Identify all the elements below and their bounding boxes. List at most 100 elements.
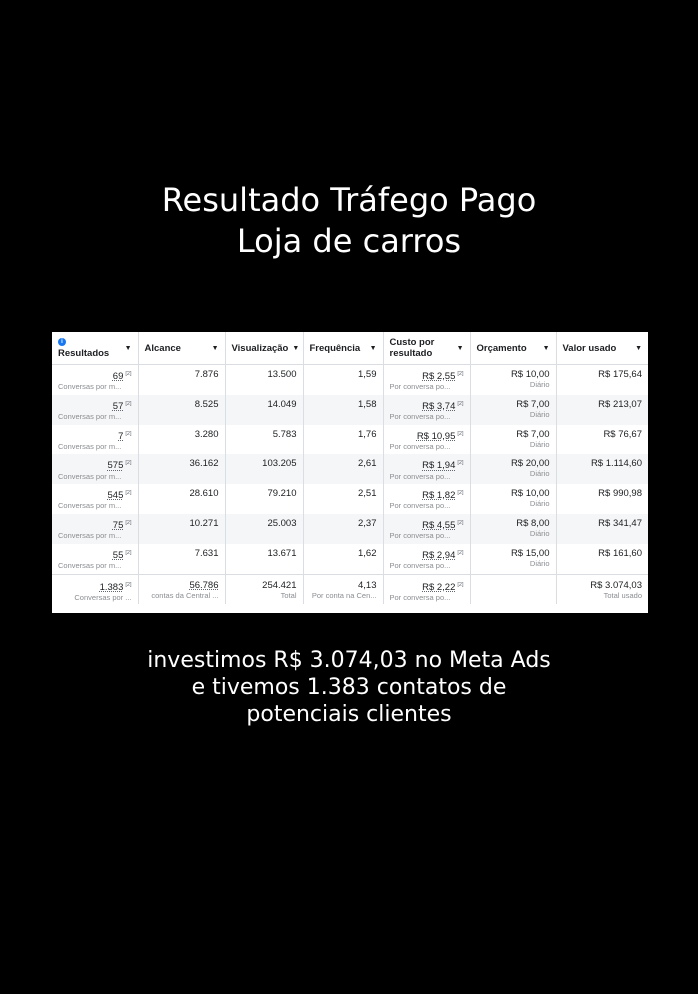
custo-cell-value[interactable]: R$ 3,74	[422, 401, 455, 412]
visualizacao-cell-value: 5.783	[272, 428, 297, 440]
orcamento-cell-sub: Diário	[529, 558, 550, 568]
valor-usado-cell: R$ 341,47	[556, 513, 648, 544]
total-custo-cell: R$ 2,22 [2] Por conversa po...	[383, 573, 471, 605]
orcamento-cell-value: R$ 15,00	[510, 547, 550, 559]
resultados-cell-sub: Conversas por m...	[58, 411, 122, 421]
caret-down-icon[interactable]: ▼	[635, 345, 642, 352]
footnote-mark: [2]	[125, 460, 132, 467]
info-icon[interactable]: i	[58, 338, 66, 347]
valor-usado-cell-value: R$ 1.114,60	[590, 458, 642, 470]
visualizacao-cell-value: 25.003	[267, 517, 297, 529]
caret-down-icon[interactable]: ▼	[292, 345, 299, 352]
alcance-cell: 28.610	[138, 484, 226, 514]
table-row[interactable]: 7 [2] Conversas por m... 3.280 5.783 1,76 R$ 1…	[52, 424, 648, 455]
resultados-cell-sub: Conversas por m...	[58, 382, 122, 392]
table-row[interactable]: 75 [2] Conversas por m... 10.271 25.003 2,37 R…	[52, 513, 648, 544]
caret-down-icon[interactable]: ▼	[543, 345, 550, 352]
visualizacao-cell: 14.049	[225, 394, 304, 425]
table-row[interactable]: 57 [2] Conversas por m... 8.525 14.049 1,58 R$…	[52, 394, 648, 425]
column-header-custo-por-resultado[interactable]: Custo por resultado ▼	[383, 332, 471, 365]
column-header-visualizacao[interactable]: Visualização ▼	[225, 332, 304, 365]
table-row[interactable]: 575 [2] Conversas por m... 36.162 103.205 2,6…	[52, 454, 648, 485]
table-row[interactable]: 55 [2] Conversas por m... 7.631 13.671 1,62 R$…	[52, 543, 648, 575]
orcamento-cell: R$ 20,00 Diário	[470, 454, 557, 485]
custo-cell-value[interactable]: R$ 2,55	[422, 371, 455, 382]
orcamento-cell: R$ 8,00 Diário	[470, 513, 557, 544]
total-valor-usado-cell-value: R$ 3.074,03	[590, 579, 642, 591]
resultados-cell-sub: Conversas por m...	[58, 560, 122, 570]
valor-usado-cell: R$ 1.114,60	[556, 454, 648, 485]
frequencia-cell-value: 2,51	[358, 488, 377, 500]
valor-usado-cell-value: R$ 161,60	[598, 547, 642, 559]
table-row[interactable]: 69 [2] Conversas por m... 7.876 13.500 1,59 R$…	[52, 364, 648, 395]
caret-down-icon[interactable]: ▼	[125, 345, 132, 352]
resultados-cell: 7 [2] Conversas por m...	[52, 424, 139, 455]
custo-cell-value[interactable]: R$ 2,94	[422, 550, 455, 561]
custo-cell-value[interactable]: R$ 1,82	[422, 490, 455, 501]
frequencia-cell: 2,51	[303, 484, 384, 514]
orcamento-cell: R$ 7,00 Diário	[470, 394, 557, 425]
resultados-cell-value[interactable]: 7	[118, 431, 123, 442]
table-row[interactable]: 545 [2] Conversas por m... 28.610 79.210 2,51…	[52, 484, 648, 514]
custo-cell-value[interactable]: R$ 1,94	[422, 461, 455, 472]
custo-cell-sub: Por conversa po...	[389, 531, 451, 541]
frequencia-cell: 1,59	[303, 364, 384, 395]
custo-cell: R$ 1,82 [2] Por conversa po...	[383, 484, 471, 514]
orcamento-cell-value: R$ 8,00	[516, 517, 550, 529]
footnote-mark: [2]	[125, 581, 132, 588]
frequencia-cell-value: 1,62	[358, 547, 377, 559]
frequencia-cell: 1,76	[303, 424, 384, 455]
caret-down-icon[interactable]: ▼	[212, 345, 219, 352]
total-visualizacao-cell: 254.421 Total	[225, 573, 304, 605]
footnote-mark: [2]	[125, 400, 132, 407]
footnote-mark: [2]	[125, 490, 132, 497]
alcance-cell-value: 10.271	[189, 517, 219, 529]
resultados-cell-value[interactable]: 69	[113, 371, 124, 382]
orcamento-cell: R$ 10,00 Diário	[470, 364, 557, 395]
visualizacao-cell: 13.500	[225, 364, 304, 395]
total-resultados-cell-value[interactable]: 1.383	[100, 582, 124, 593]
orcamento-cell-sub: Diário	[529, 469, 550, 479]
total-custo-cell-sub: Por conversa po...	[389, 592, 451, 602]
custo-cell-sub: Por conversa po...	[389, 560, 451, 570]
custo-cell-value[interactable]: R$ 10,95	[417, 431, 456, 442]
alcance-cell: 3.280	[138, 424, 226, 455]
frequencia-cell-value: 1,58	[358, 398, 377, 410]
total-resultados-cell: 1.383 [2] Conversas por ...	[52, 573, 139, 605]
footnote-mark: [2]	[125, 549, 132, 556]
caret-down-icon[interactable]: ▼	[370, 345, 377, 352]
total-frequencia-cell-value: 4,13	[358, 579, 377, 591]
footnote-mark: [2]	[457, 460, 464, 467]
column-header-resultados[interactable]: iResultados ▼	[52, 332, 139, 365]
column-header-valor-usado[interactable]: Valor usado ▼	[556, 332, 648, 365]
column-header-frequencia[interactable]: Frequência ▼	[303, 332, 384, 365]
custo-cell-sub: Por conversa po...	[389, 471, 451, 481]
caption-line-1: investimos R$ 3.074,03 no Meta Ads	[147, 648, 551, 673]
custo-cell-sub: Por conversa po...	[389, 501, 451, 511]
footnote-mark: [2]	[457, 549, 464, 556]
alcance-cell: 8.525	[138, 394, 226, 425]
resultados-cell-value[interactable]: 55	[113, 550, 124, 561]
total-resultados-cell-sub: Conversas por ...	[74, 592, 132, 602]
visualizacao-cell-value: 14.049	[267, 398, 297, 410]
visualizacao-cell: 79.210	[225, 484, 304, 514]
resultados-cell-value[interactable]: 75	[113, 520, 124, 531]
footnote-mark: [2]	[457, 400, 464, 407]
custo-cell-value[interactable]: R$ 4,55	[422, 520, 455, 531]
visualizacao-cell: 5.783	[225, 424, 304, 455]
column-header-orcamento[interactable]: Orçamento ▼	[470, 332, 557, 365]
resultados-cell-value[interactable]: 545	[108, 490, 124, 501]
resultados-cell-value[interactable]: 575	[108, 461, 124, 472]
caret-down-icon[interactable]: ▼	[457, 345, 464, 352]
valor-usado-cell: R$ 161,60	[556, 544, 648, 574]
total-custo-cell-value[interactable]: R$ 2,22	[422, 582, 455, 593]
custo-cell: R$ 2,94 [2] Por conversa po...	[383, 543, 471, 575]
resultados-cell-value[interactable]: 57	[113, 401, 124, 412]
orcamento-cell-sub: Diário	[529, 528, 550, 538]
orcamento-cell-sub: Diário	[529, 409, 550, 419]
resultados-cell-sub: Conversas por m...	[58, 441, 122, 451]
column-header-alcance[interactable]: Alcance ▼	[138, 332, 226, 365]
alcance-cell-value: 7.631	[194, 547, 219, 559]
alcance-cell-value: 3.280	[194, 428, 219, 440]
frequencia-cell: 2,37	[303, 513, 384, 544]
